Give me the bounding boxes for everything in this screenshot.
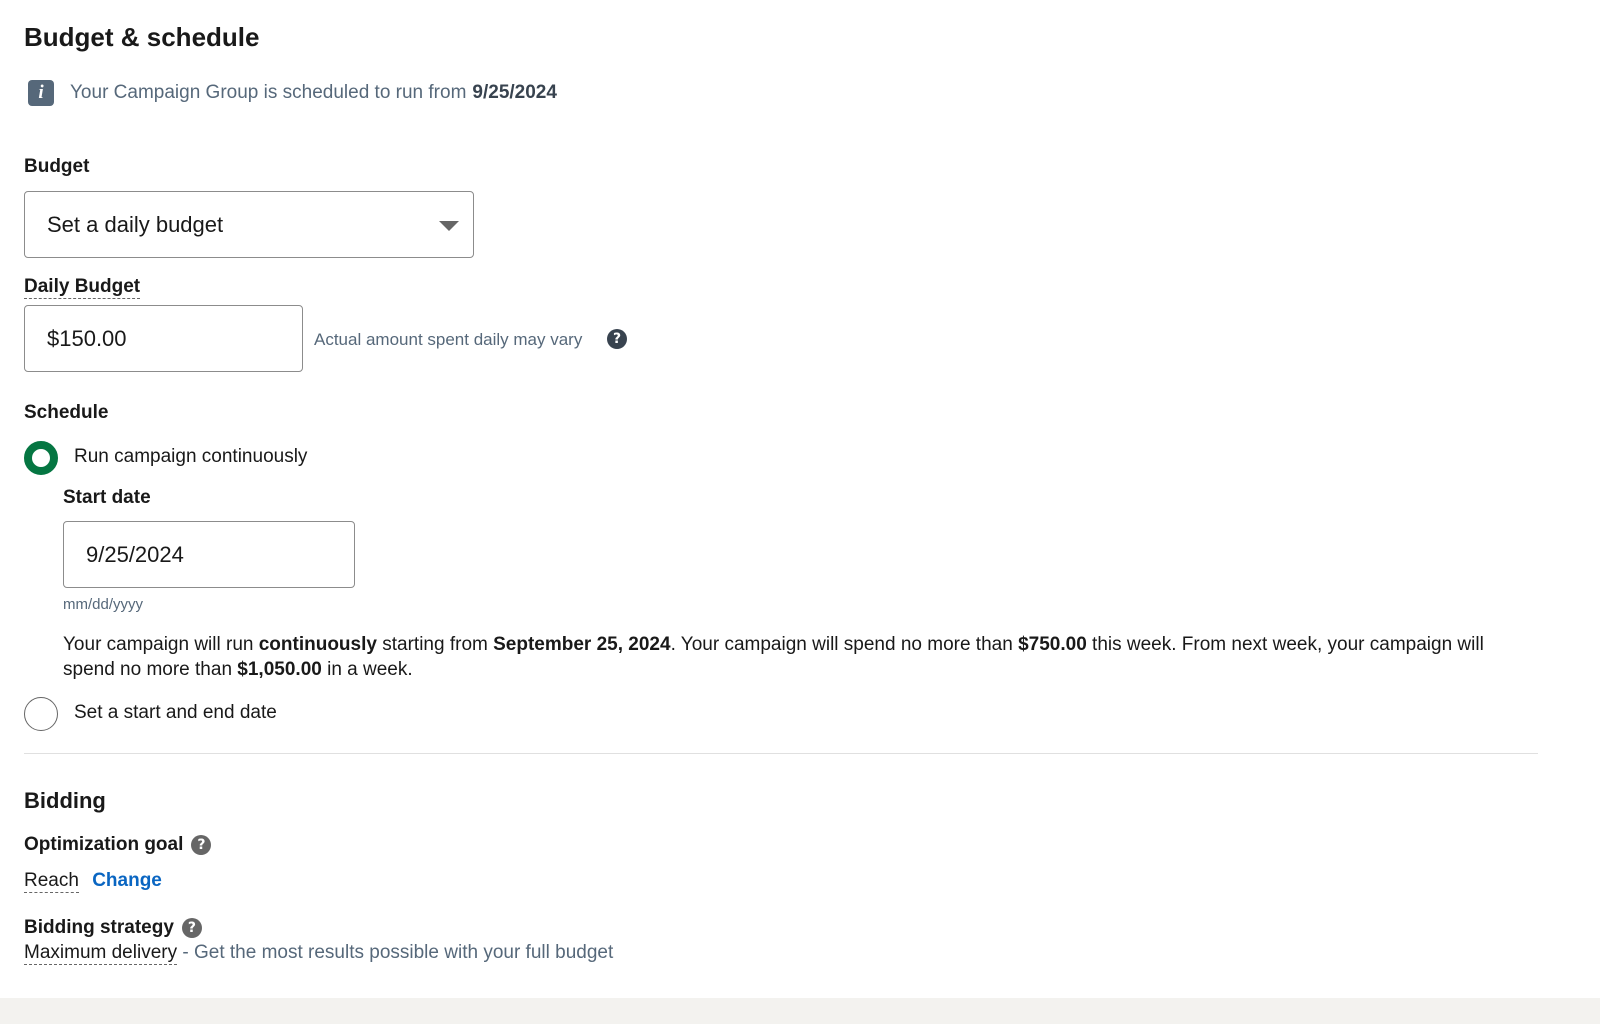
schedule-info-banner: i Your Campaign Group is scheduled to ru…	[28, 80, 557, 106]
bidding-strategy-label: Bidding strategy ?	[24, 917, 202, 939]
help-icon[interactable]: ?	[191, 835, 212, 855]
optimization-goal-value[interactable]: Reach	[24, 870, 79, 893]
schedule-summary: Your campaign will run continuously star…	[63, 634, 1484, 680]
bidding-strategy-description: - Get the most results possible with you…	[177, 942, 614, 963]
daily-budget-input[interactable]: $150.00	[24, 305, 303, 372]
bottom-bar	[0, 998, 1600, 1024]
section-title: Budget & schedule	[24, 22, 260, 52]
bidding-strategy-value[interactable]: Maximum delivery	[24, 942, 178, 965]
optimization-goal-row: Reach Change	[24, 870, 162, 893]
radio-start-end-date[interactable]	[24, 697, 58, 731]
section-divider	[24, 753, 1538, 754]
bidding-strategy-row: Maximum delivery - Get the most results …	[24, 942, 614, 965]
info-icon: i	[28, 80, 54, 106]
help-icon[interactable]: ?	[181, 918, 202, 938]
daily-budget-value: $150.00	[47, 325, 127, 351]
schedule-label: Schedule	[24, 402, 109, 423]
bidding-title: Bidding	[24, 788, 106, 813]
info-date: 9/25/2024	[472, 82, 557, 103]
start-date-value: 9/25/2024	[86, 541, 184, 567]
help-icon[interactable]: ?	[607, 329, 627, 349]
start-date-label: Start date	[63, 487, 151, 508]
radio-run-continuously[interactable]	[24, 441, 58, 475]
daily-budget-label[interactable]: Daily Budget	[24, 276, 141, 299]
info-text: Your Campaign Group is scheduled to run …	[70, 82, 467, 103]
change-goal-link[interactable]: Change	[92, 870, 162, 891]
daily-budget-helper: Actual amount spent daily may vary	[314, 330, 583, 349]
date-format-hint: mm/dd/yyyy	[63, 596, 144, 613]
budget-type-select[interactable]: Set a daily budget	[24, 191, 474, 258]
budget-schedule-panel: Budget & schedule i Your Campaign Group …	[0, 0, 1600, 1024]
start-date-input[interactable]: 9/25/2024	[63, 521, 355, 588]
radio-run-continuously-label[interactable]: Run campaign continuously	[74, 446, 307, 468]
budget-type-value: Set a daily budget	[47, 211, 224, 237]
optimization-goal-label: Optimization goal ?	[24, 834, 212, 856]
budget-label: Budget	[24, 156, 90, 177]
radio-start-end-date-label[interactable]: Set a start and end date	[74, 702, 277, 724]
caret-down-icon	[439, 221, 459, 231]
